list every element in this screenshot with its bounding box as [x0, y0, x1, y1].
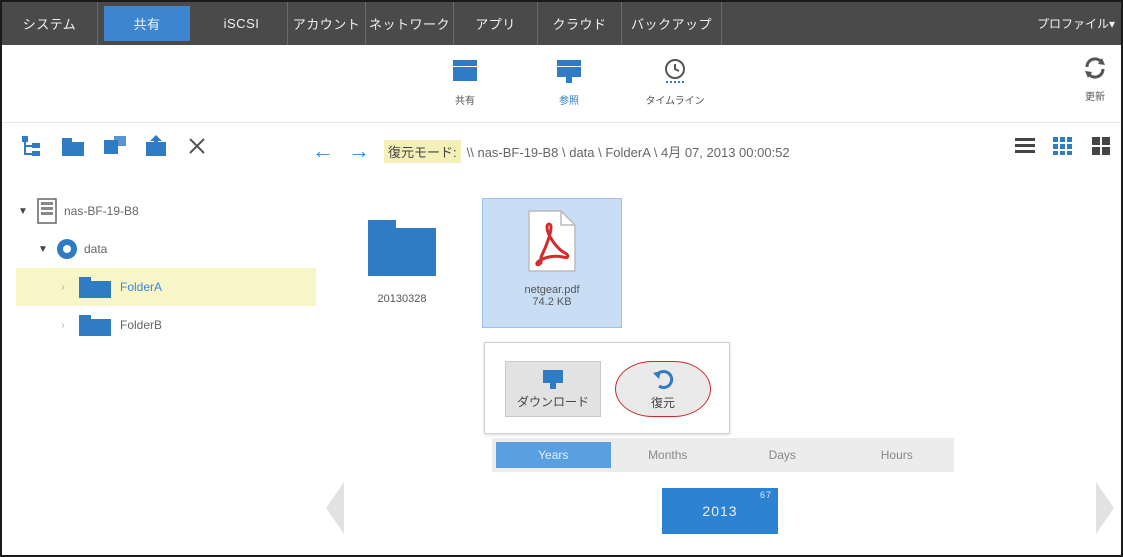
browse-view-button[interactable]: 参照 [534, 55, 604, 107]
file-action-popup: ダウンロード 復元 [484, 342, 730, 434]
caret-right-icon[interactable]: › [56, 320, 70, 331]
timeline-year-button[interactable]: 2013 67 [662, 488, 778, 534]
large-icon-view-icon[interactable] [1090, 136, 1112, 156]
share-folder-icon [453, 60, 477, 81]
timeline-view-button[interactable]: タイムライン [640, 55, 710, 107]
path-bar: ← → 復元モード: \\ nas-BF-19-B8 \ data \ Fold… [312, 134, 1112, 168]
share-view-button[interactable]: 共有 [430, 55, 500, 107]
restore-icon [653, 370, 674, 389]
refresh-button[interactable]: 更新 [1068, 55, 1121, 103]
file-item-pdf[interactable]: netgear.pdf 74.2 KB [482, 198, 622, 328]
timeline-tab-years[interactable]: Years [496, 442, 611, 468]
view-switcher [1014, 136, 1112, 156]
tree-node-folderb[interactable]: › FolderB [16, 306, 316, 344]
tree-node-volume[interactable]: ▼ data [16, 230, 316, 268]
volume-name: data [84, 242, 108, 256]
tab-network[interactable]: ネットワーク [366, 2, 454, 45]
tree-node-foldera[interactable]: › FolderA [16, 268, 316, 306]
timeline-tab-hours[interactable]: Hours [840, 438, 955, 472]
browse-folder-icon [557, 60, 581, 83]
nas-device-icon [37, 198, 57, 224]
tab-backup[interactable]: バックアップ [622, 2, 722, 45]
list-view-icon[interactable] [1014, 136, 1036, 156]
timeline-prev-icon[interactable] [324, 478, 348, 538]
tab-cloud[interactable]: クラウド [538, 2, 622, 45]
forward-arrow-icon[interactable]: → [348, 138, 370, 164]
restore-mode-label: 復元モード: [384, 139, 461, 163]
move-folder-icon[interactable] [144, 134, 170, 158]
clock-icon [665, 59, 685, 83]
file-name: 20130328 [377, 293, 427, 305]
sub-toolbar: 共有 参照 タイムライン 更新 [2, 45, 1121, 123]
folder-name: FolderB [120, 318, 163, 332]
timeline-next-icon[interactable] [1092, 478, 1116, 538]
refresh-label: 更新 [1085, 92, 1105, 103]
folder-name: FolderA [120, 280, 163, 294]
grid-view-icon[interactable] [1052, 136, 1074, 156]
refresh-icon [1085, 57, 1105, 79]
back-arrow-icon[interactable]: ← [312, 138, 334, 164]
volume-icon [57, 239, 77, 259]
tree-node-device[interactable]: ▼ nas-BF-19-B8 [16, 192, 316, 230]
year-label: 2013 [702, 503, 738, 519]
new-folder-icon[interactable] [60, 134, 86, 158]
top-nav: システム 共有 iSCSI アカウント ネットワーク アプリ クラウド バックア… [2, 2, 1121, 45]
file-item-folder[interactable]: 20130328 [352, 204, 452, 324]
tab-iscsi[interactable]: iSCSI [196, 2, 288, 45]
browse-view-label: 参照 [559, 96, 579, 107]
app-window: システム 共有 iSCSI アカウント ネットワーク アプリ クラウド バックア… [0, 0, 1123, 557]
caret-down-icon[interactable]: ▼ [16, 206, 30, 217]
folder-icon [368, 220, 436, 276]
profile-menu[interactable]: プロファイル▾ [1037, 2, 1121, 45]
timeline-tab-months[interactable]: Months [611, 438, 726, 472]
tab-system[interactable]: システム [2, 2, 98, 45]
folder-tree: ▼ nas-BF-19-B8 ▼ data › FolderA › Folder… [16, 192, 316, 344]
folder-icon [79, 277, 111, 298]
copy-folder-icon[interactable] [102, 134, 128, 158]
timeline-tabs: Years Months Days Hours [492, 438, 954, 472]
timeline-view-label: タイムライン [645, 96, 705, 107]
download-button[interactable]: ダウンロード [505, 361, 601, 417]
folder-icon [79, 315, 111, 336]
tree-view-icon[interactable] [20, 134, 44, 158]
download-label: ダウンロード [516, 395, 589, 409]
tab-accounts[interactable]: アカウント [288, 2, 366, 45]
delete-icon[interactable] [186, 135, 208, 157]
breadcrumb: \\ nas-BF-19-B8 \ data \ FolderA \ 4月 07… [466, 144, 790, 160]
restore-button[interactable]: 復元 [615, 361, 711, 417]
share-view-label: 共有 [455, 96, 475, 107]
restore-label: 復元 [650, 396, 675, 410]
timeline-tab-days[interactable]: Days [725, 438, 840, 472]
download-icon [543, 370, 563, 389]
pdf-file-icon [528, 210, 576, 272]
caret-down-icon[interactable]: ▼ [36, 244, 50, 255]
year-count-badge: 67 [759, 490, 772, 500]
tree-toolbar [20, 134, 208, 158]
device-name: nas-BF-19-B8 [64, 204, 139, 218]
caret-right-icon[interactable]: › [56, 282, 70, 293]
tab-shares[interactable]: 共有 [104, 6, 190, 41]
tab-apps[interactable]: アプリ [454, 2, 538, 45]
file-size: 74.2 KB [532, 296, 572, 308]
file-name: netgear.pdf [524, 284, 580, 296]
